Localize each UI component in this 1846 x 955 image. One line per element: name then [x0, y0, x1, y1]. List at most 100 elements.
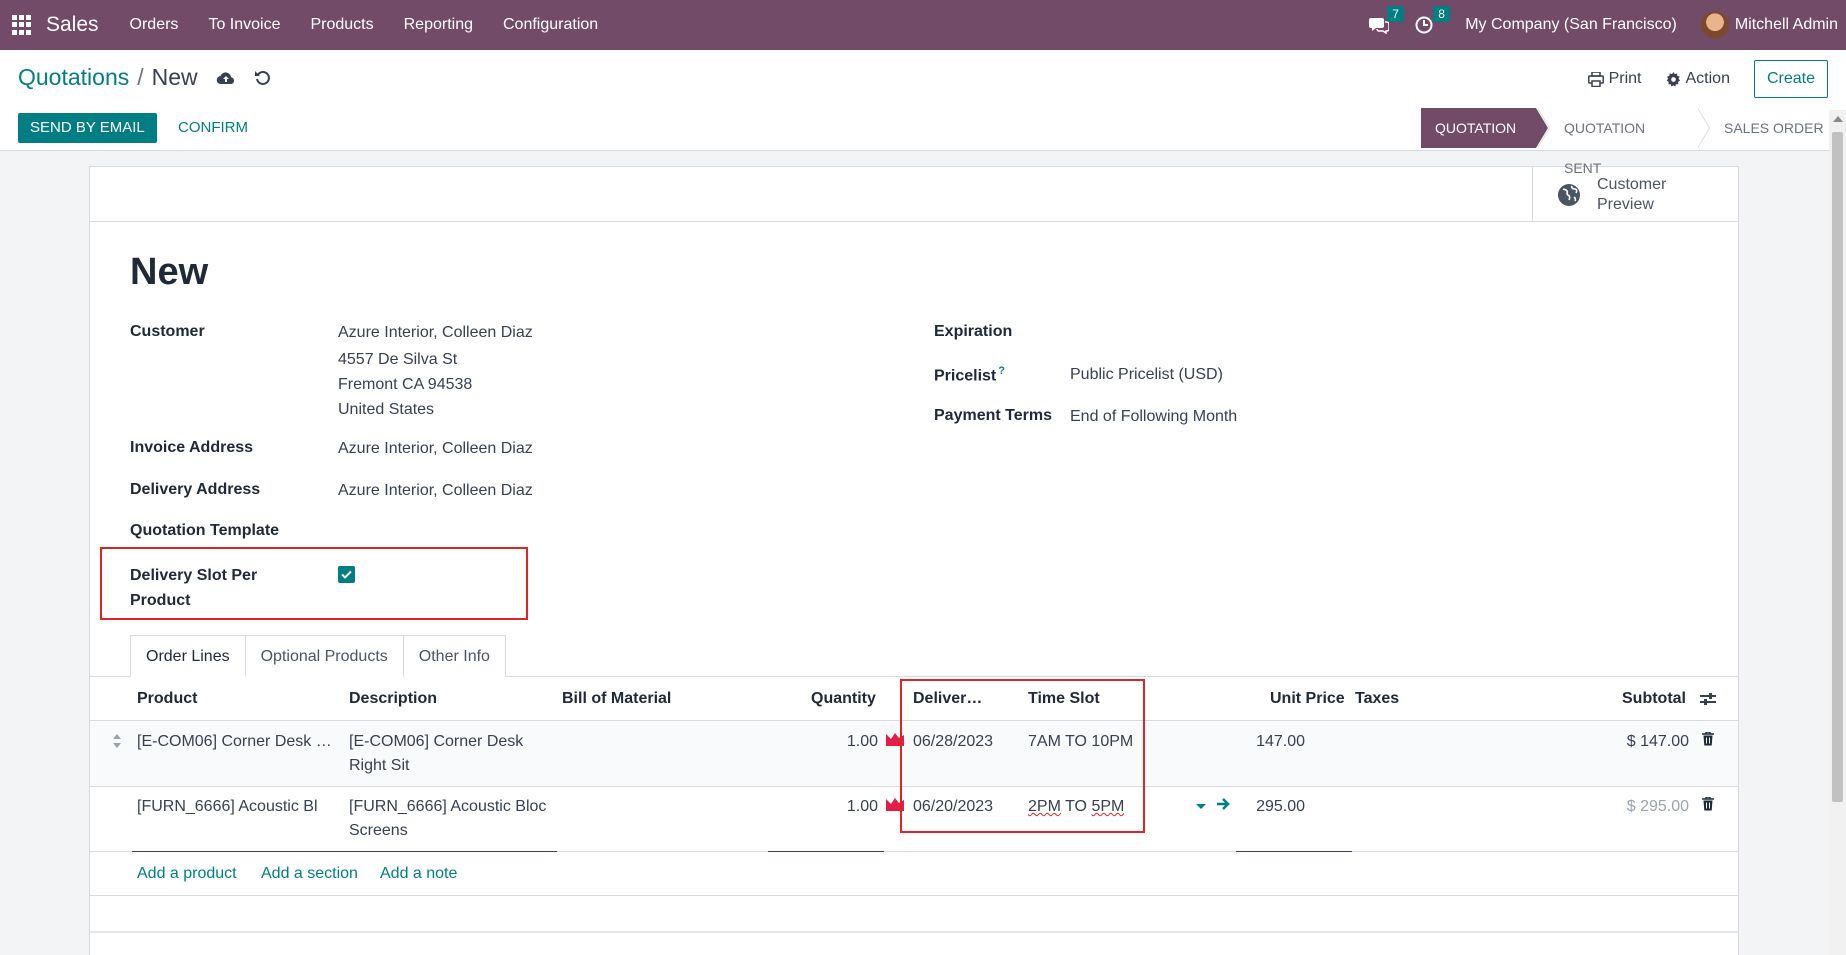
breadcrumb: Quotations / New — [18, 64, 272, 91]
pricelist-help-icon[interactable]: ? — [998, 365, 1005, 377]
create-button[interactable]: Create — [1753, 60, 1828, 98]
breadcrumb-separator: / — [137, 64, 144, 90]
confirm-button[interactable]: CONFIRM — [178, 113, 248, 143]
tab-optional-products[interactable]: Optional Products — [244, 635, 404, 677]
invoice-address-label: Invoice Address — [130, 439, 254, 456]
menu-to-invoice[interactable]: To Invoice — [193, 0, 295, 50]
top-navbar: Sales Orders To Invoice Products Reporti… — [0, 0, 1846, 50]
add-product-link[interactable]: Add a product — [137, 852, 237, 896]
trash-icon — [1702, 731, 1714, 746]
section-divider — [90, 931, 1738, 933]
print-icon — [1587, 71, 1604, 87]
save-cloud-button[interactable] — [216, 70, 236, 86]
customer-city: Fremont CA 94538 — [338, 376, 473, 393]
row1-delete-button[interactable] — [1702, 730, 1714, 754]
row1-subtotal: $ 147.00 — [1626, 733, 1689, 750]
discard-button[interactable] — [254, 69, 272, 87]
add-line-row: Add a product Add a section Add a note — [90, 852, 1738, 896]
delivery-address-label: Delivery Address — [130, 481, 261, 498]
company-switcher[interactable]: My Company (San Francisco) — [1465, 16, 1677, 34]
time-slot-highlight — [900, 679, 1145, 833]
messages-button[interactable]: 7 — [1369, 6, 1404, 34]
invoice-address-field[interactable]: Azure Interior, Colleen Diaz — [338, 440, 533, 458]
customer-preview-button[interactable]: Customer Preview — [1532, 167, 1738, 222]
row2-delete-button[interactable] — [1702, 795, 1714, 819]
delivery-address-field[interactable]: Azure Interior, Colleen Diaz — [338, 482, 533, 500]
row-drag-handle[interactable] — [112, 732, 122, 756]
menu-products[interactable]: Products — [295, 0, 388, 50]
caret-down-icon — [1196, 804, 1206, 809]
status-bar: QUOTATION QUOTATION SENT SALES ORDER — [1421, 108, 1846, 176]
user-menu[interactable]: Mitchell Admin — [1700, 11, 1838, 39]
customer-country: United States — [338, 401, 435, 418]
add-note-link[interactable]: Add a note — [380, 852, 457, 896]
menu-reporting[interactable]: Reporting — [389, 0, 488, 50]
page-scrollbar[interactable] — [1829, 110, 1846, 955]
print-button[interactable]: Print — [1587, 70, 1642, 88]
activities-badge: 8 — [1433, 6, 1450, 22]
payment-terms-field[interactable]: End of Following Month — [1070, 408, 1237, 426]
print-label: Print — [1608, 70, 1642, 87]
app-brand[interactable]: Sales — [46, 13, 99, 37]
row2-quantity-input[interactable]: 1.00 — [830, 795, 878, 819]
action-label: Action — [1685, 70, 1730, 87]
tab-other-info[interactable]: Other Info — [402, 635, 506, 677]
payment-terms-label: Payment Terms — [934, 407, 1052, 424]
col-subtotal[interactable]: Subtotal — [1622, 677, 1686, 721]
drag-sort-icon — [113, 734, 121, 748]
form-sheet: Customer Preview New Customer Azure Inte… — [89, 166, 1739, 955]
quotation-template-label: Quotation Template — [130, 522, 280, 539]
row2-unit-price-input[interactable]: 295.00 — [1220, 795, 1305, 819]
scroll-up-arrow-icon[interactable] — [1833, 116, 1843, 122]
col-description[interactable]: Description — [349, 677, 437, 721]
chat-icon — [1369, 18, 1390, 34]
row1-product: [E-COM06] Corner Desk … — [137, 733, 332, 750]
breadcrumb-quotations[interactable]: Quotations — [18, 64, 129, 91]
pricelist-label-text: Pricelist — [934, 367, 997, 385]
customer-preview-label: Customer Preview — [1597, 175, 1667, 213]
col-quantity[interactable]: Quantity — [811, 677, 876, 721]
send-by-email-button[interactable]: SEND BY EMAIL — [18, 113, 157, 143]
expiration-label: Expiration — [934, 323, 1013, 340]
row2-description-input[interactable]: [FURN_6666] Acoustic Bloc Screens — [349, 795, 549, 843]
menu-configuration[interactable]: Configuration — [488, 0, 613, 50]
user-name: Mitchell Admin — [1734, 16, 1838, 33]
col-bill-of-material[interactable]: Bill of Material — [562, 677, 671, 721]
optional-columns-toggle[interactable] — [1700, 677, 1716, 721]
pricelist-field[interactable]: Public Pricelist (USD) — [1070, 366, 1223, 384]
messages-badge: 7 — [1387, 6, 1404, 22]
stage-quotation-sent[interactable]: QUOTATION SENT — [1536, 108, 1696, 176]
stage-quotation[interactable]: QUOTATION — [1421, 108, 1548, 148]
action-button[interactable]: Action — [1666, 70, 1730, 88]
row1-quantity: 1.00 — [846, 733, 878, 750]
col-taxes[interactable]: Taxes — [1355, 677, 1399, 721]
apps-menu-icon[interactable] — [12, 15, 32, 35]
delivery-slot-label: Delivery Slot Per Product — [130, 567, 258, 609]
stage-sales-order-label: SALES ORDER — [1724, 120, 1824, 136]
globe-icon — [1558, 183, 1580, 206]
scroll-thumb[interactable] — [1832, 132, 1843, 802]
row2-subtotal: $ 295.00 — [1626, 798, 1689, 815]
delivery-slot-checkbox[interactable] — [338, 566, 355, 583]
avatar — [1700, 11, 1729, 39]
trash-icon — [1702, 796, 1714, 811]
col-product[interactable]: Product — [137, 677, 197, 721]
main-menu: Orders To Invoice Products Reporting Con… — [115, 0, 614, 50]
clock-icon — [1415, 16, 1433, 34]
tab-order-lines[interactable]: Order Lines — [130, 635, 246, 677]
breadcrumb-current: New — [151, 64, 198, 90]
customer-label: Customer — [130, 323, 205, 340]
customer-field[interactable]: Azure Interior, Colleen Diaz — [338, 324, 533, 342]
menu-orders[interactable]: Orders — [115, 0, 194, 50]
customer-street: 4557 De Silva St — [338, 351, 458, 368]
gear-icon — [1666, 71, 1680, 87]
stage-sales-order[interactable]: SALES ORDER — [1696, 108, 1846, 148]
add-section-link[interactable]: Add a section — [261, 852, 358, 896]
checkmark-icon — [341, 570, 352, 579]
col-unit-price[interactable]: Unit Price — [1270, 677, 1345, 721]
row2-time-slot-dropdown[interactable] — [1196, 795, 1206, 819]
row1-description: [E-COM06] Corner Desk Right Sit — [349, 733, 524, 774]
activities-button[interactable]: 8 — [1415, 6, 1450, 34]
record-title: New — [130, 251, 209, 293]
row2-product-input[interactable]: [FURN_6666] Acoustic Bl — [137, 795, 317, 819]
